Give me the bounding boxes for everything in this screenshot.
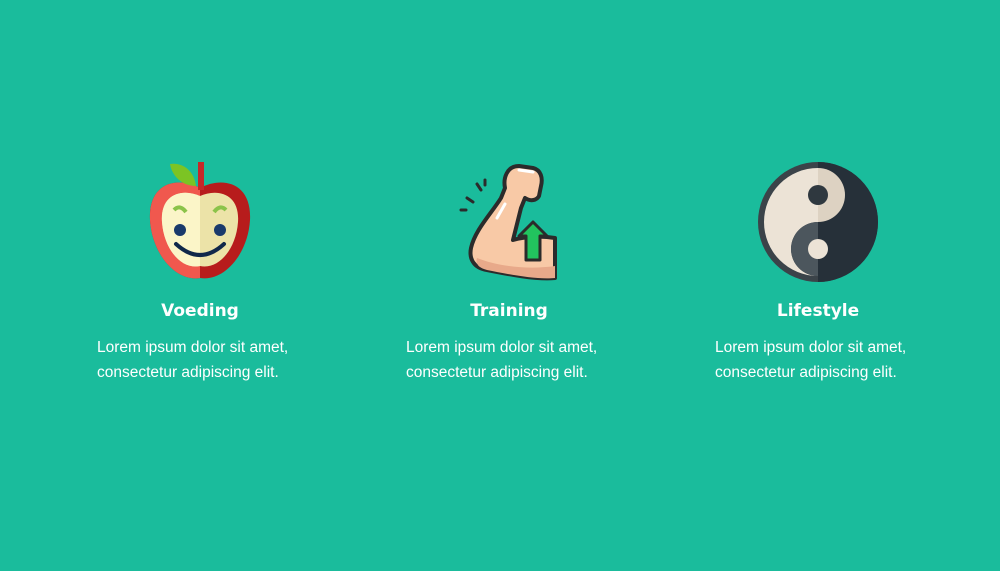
description-line: Lorem ipsum dolor sit amet, [97, 339, 289, 356]
feature-title: Lifestyle [776, 301, 860, 321]
feature-voeding: Voeding Lorem ipsum dolor sit amet, cons… [80, 158, 320, 385]
description-line: consectetur adipiscing elit. [97, 364, 279, 381]
description-line: consectetur adipiscing elit. [715, 364, 897, 381]
feature-description: Lorem ipsum dolor sit amet, consectetur … [389, 335, 629, 385]
flexed-arm-arrow-up-icon [459, 164, 557, 281]
description-line: Lorem ipsum dolor sit amet, [406, 339, 598, 356]
feature-lifestyle: Lifestyle Lorem ipsum dolor sit amet, co… [698, 158, 938, 385]
feature-description: Lorem ipsum dolor sit amet, consectetur … [80, 335, 320, 385]
feature-description: Lorem ipsum dolor sit amet, consectetur … [698, 335, 938, 385]
feature-title: Training [470, 301, 548, 321]
yin-yang-icon [758, 162, 878, 282]
feature-training: Training Lorem ipsum dolor sit amet, con… [389, 158, 629, 385]
apple-smiley-icon [149, 162, 251, 279]
description-line: consectetur adipiscing elit. [406, 364, 588, 381]
feature-title: Voeding [161, 301, 239, 321]
description-line: Lorem ipsum dolor sit amet, [715, 339, 907, 356]
